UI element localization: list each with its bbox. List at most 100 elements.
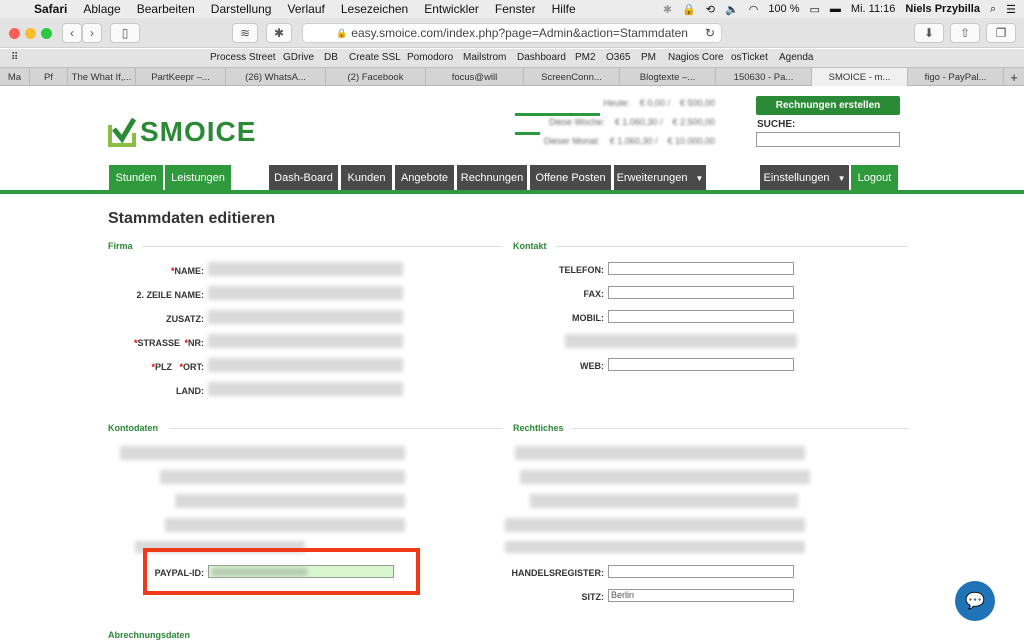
menu-darstellung[interactable]: Darstellung [211,2,272,16]
bookmark-item[interactable]: Nagios Core [668,52,724,63]
tab[interactable]: Pf [30,68,68,86]
fax-input[interactable] [608,286,794,299]
zeile2-field-redacted[interactable] [208,286,403,300]
zoom-window-button[interactable] [41,28,52,39]
legal-field-redacted[interactable] [505,518,805,532]
nav-rechnungen[interactable]: Rechnungen [457,165,527,191]
bookmark-item[interactable]: Process Street [210,52,276,63]
menu-entwickler[interactable]: Entwickler [424,2,479,16]
wifi-icon[interactable]: ◠ [749,3,759,16]
web-input[interactable] [608,358,794,371]
email-field-redacted[interactable] [565,334,797,348]
plz-ort-field-redacted[interactable] [208,358,403,372]
nav-erweiterungen[interactable]: Erweiterungen ▼ [614,165,706,191]
nav-stunden[interactable]: Stunden [109,165,163,191]
menu-bearbeiten[interactable]: Bearbeiten [137,2,195,16]
nav-offene-posten[interactable]: Offene Posten [530,165,611,191]
chat-help-button[interactable]: 💬 [955,581,995,621]
handelsregister-input[interactable] [608,565,794,578]
bluetooth-icon[interactable]: ✱ [663,3,672,16]
bookmark-item[interactable]: Dashboard [517,52,566,63]
battery-text[interactable]: 100 % [768,3,799,15]
notification-center-icon[interactable]: ☰ [1006,3,1016,16]
bookmarks-grid-icon[interactable]: ⠿ [11,52,18,63]
menu-verlauf[interactable]: Verlauf [287,2,324,16]
legal-field-redacted[interactable] [505,541,805,553]
url-bar[interactable]: 🔒 easy.smoice.com/index.php?page=Admin&a… [302,23,722,43]
tab[interactable]: focus@will [426,68,524,86]
nav-kunden[interactable]: Kunden [341,165,392,191]
label-handelsregister: HANDELSREGISTER: [511,568,604,578]
reload-icon[interactable]: ↻ [705,26,715,40]
bookmark-item[interactable]: Agenda [779,52,813,63]
bank-field-redacted[interactable] [175,494,405,508]
close-window-button[interactable] [9,28,20,39]
search-input[interactable] [756,132,900,147]
bookmark-item[interactable]: PM [641,52,656,63]
layers-icon[interactable]: ≋ [232,23,258,43]
sitz-input[interactable]: Berlin [608,589,794,602]
tab[interactable]: (26) WhatsA... [226,68,326,86]
new-tab-button[interactable]: + [1004,68,1024,86]
nav-dashboard[interactable]: Dash-Board [269,165,338,191]
nav-leistungen[interactable]: Leistungen [165,165,231,191]
bank-field-redacted[interactable] [160,470,405,484]
nav-logout[interactable]: Logout [851,165,898,191]
bookmark-item[interactable]: Mailstrom [463,52,506,63]
menu-fenster[interactable]: Fenster [495,2,536,16]
clock[interactable]: Mi. 11:16 [851,3,895,15]
bookmark-item[interactable]: Pomodoro [407,52,453,63]
mobil-input[interactable] [608,310,794,323]
stat-row: Dieser Monat: € 1.060,30 /€ 10.000,00 [543,136,715,146]
menu-ablage[interactable]: Ablage [83,2,120,16]
battery-icon[interactable]: ▭ [810,3,820,16]
back-button[interactable]: ‹ [62,23,82,43]
flag-icon[interactable]: ▬ [830,3,841,15]
bookmark-item[interactable]: O365 [606,52,630,63]
name-field-redacted[interactable] [208,262,403,276]
bookmark-item[interactable]: osTicket [731,52,768,63]
minimize-window-button[interactable] [25,28,36,39]
downloads-button[interactable]: ⬇ [914,23,944,43]
tab[interactable]: Ma [0,68,30,86]
telefon-input[interactable] [608,262,794,275]
legal-field-redacted[interactable] [515,446,805,460]
bookmark-item[interactable]: PM2 [575,52,596,63]
forward-button[interactable]: › [82,23,102,43]
legal-field-redacted[interactable] [530,494,798,508]
menu-safari[interactable]: Safari [34,2,67,16]
bank-field-redacted[interactable] [165,518,405,532]
menu-hilfe[interactable]: Hilfe [552,2,576,16]
smoice-logo[interactable]: SMOICE [108,116,256,148]
volume-icon[interactable]: 🔈 [725,3,739,16]
bookmark-item[interactable]: DB [324,52,338,63]
time-machine-icon[interactable]: ⟲ [706,3,715,16]
tab[interactable]: Blogtexte –... [620,68,716,86]
tab-active[interactable]: SMOICE - m... [812,68,908,86]
menu-lesezeichen[interactable]: Lesezeichen [341,2,408,16]
strasse-field-redacted[interactable] [208,334,403,348]
user-name[interactable]: Niels Przybilla [905,3,980,15]
legal-field-redacted[interactable] [520,470,810,484]
bookmark-item[interactable]: GDrive [283,52,314,63]
tabs-overview-button[interactable]: ❐ [986,23,1016,43]
tab[interactable]: (2) Facebook [326,68,426,86]
tab[interactable]: 150630 - Pa... [716,68,812,86]
create-invoice-button[interactable]: Rechnungen erstellen [756,96,900,115]
bookmark-item[interactable]: Create SSL [349,52,401,63]
spotlight-icon[interactable]: ⌕ [990,3,996,16]
chevron-down-icon: ▼ [837,173,846,183]
nav-angebote[interactable]: Angebote [395,165,454,191]
share-button[interactable]: ⇧ [950,23,980,43]
extension-icon[interactable]: ✱ [266,23,292,43]
lock-icon[interactable]: 🔒 [682,3,696,16]
land-field-redacted[interactable] [208,382,403,396]
tab[interactable]: figo - PayPal... [908,68,1004,86]
sidebar-button[interactable]: ▯ [110,23,140,43]
zusatz-field-redacted[interactable] [208,310,403,324]
bank-field-redacted[interactable] [120,446,405,460]
tab[interactable]: The What If,... [68,68,136,86]
nav-einstellungen[interactable]: Einstellungen ▼ [760,165,849,191]
tab[interactable]: PartKeepr –... [136,68,226,86]
tab[interactable]: ScreenConn... [524,68,620,86]
